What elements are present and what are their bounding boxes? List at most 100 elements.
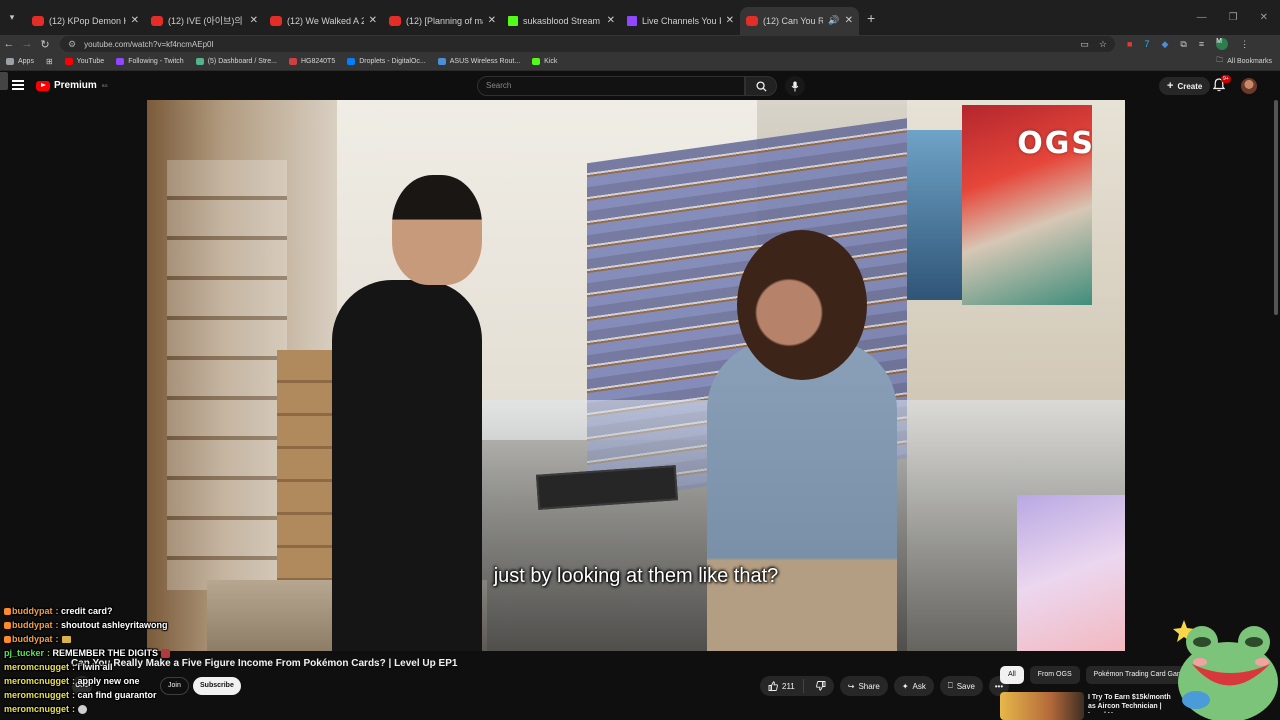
bookmark-star-icon[interactable]: ☆: [1099, 39, 1107, 50]
thumbs-down-icon: [815, 681, 826, 691]
extension-blue-icon[interactable]: ◆: [1161, 39, 1168, 50]
apps-grid-icon: [6, 58, 14, 65]
tab-title: (12) IVE (아이브)의 킬링보이스: [168, 16, 245, 26]
save-button[interactable]: ⎕ Save: [939, 676, 983, 696]
chat-text: can find guarantor: [77, 690, 157, 700]
chat-badge-icon: [4, 635, 11, 643]
bookmark-twitch[interactable]: Following - Twitch: [116, 58, 184, 65]
minimize-icon[interactable]: —: [1197, 12, 1207, 23]
bookmark-label: Droplets - DigitalOc...: [359, 58, 426, 65]
url-field[interactable]: ⚙ youtube.com/watch?v=kf4ncmAEp0I ▭ ☆: [60, 36, 1115, 52]
bookmark-dashboard[interactable]: (5) Dashboard / Stre...: [195, 58, 277, 65]
bookmark-label: ASUS Wireless Rout...: [449, 58, 521, 65]
extension-red-icon[interactable]: ■: [1127, 39, 1132, 49]
create-label: Create: [1177, 81, 1203, 91]
chat-message: buddypat:: [4, 632, 334, 646]
face-emote-icon: [78, 704, 88, 714]
reload-icon[interactable]: ↻: [36, 38, 54, 51]
country-code: SG: [101, 83, 108, 88]
logo-text: Premium: [54, 80, 97, 91]
tab-title: (12) [Planning of many people: [406, 15, 483, 26]
install-app-icon[interactable]: ▭: [1080, 39, 1089, 50]
close-tab-icon[interactable]: ✕: [369, 15, 377, 26]
ask-button[interactable]: ✦ Ask: [893, 676, 934, 696]
recommended-video-title[interactable]: I Try To Earn $15k/month as Aircon Techn…: [1088, 693, 1178, 713]
video-frame-person-head: [737, 230, 867, 380]
tab-title: (12) Can You Really Make a: [763, 15, 824, 26]
video-player[interactable]: OGS just by looking at them like that?: [147, 100, 1125, 651]
bookmark-apps[interactable]: Apps: [6, 58, 34, 65]
create-button[interactable]: + Create: [1159, 77, 1211, 95]
chip-all[interactable]: All: [1000, 666, 1024, 684]
bookmark-label: HG8240T5: [300, 58, 336, 65]
chat-text: REMEMBER THE DIGITS: [52, 648, 159, 658]
extensions-puzzle-icon[interactable]: ⧉: [1180, 39, 1186, 50]
search-button[interactable]: [745, 76, 777, 96]
chat-badge-icon: [4, 607, 11, 615]
extension-7tv-icon[interactable]: 7: [1144, 39, 1149, 49]
chip-from-channel[interactable]: From OGS: [1029, 666, 1080, 684]
media-controls-icon[interactable]: ≡: [1199, 39, 1204, 49]
video-frame-person: [332, 280, 482, 651]
forward-icon[interactable]: →: [18, 38, 36, 50]
voice-search-button[interactable]: [785, 76, 805, 96]
chat-badge-icon: [4, 621, 11, 629]
share-label: Share: [858, 681, 880, 691]
sparkle-icon: ✦: [901, 681, 909, 691]
youtube-logo[interactable]: Premium SG: [36, 80, 108, 91]
back-icon[interactable]: ←: [0, 38, 18, 50]
chat-message: pj_tucker: REMEMBER THE DIGITS: [4, 646, 334, 660]
browser-tab[interactable]: (12) [Planning of many people ✕: [383, 7, 502, 35]
browser-tab-strip: ▾ (12) KPop Demon Hunters | Ho ✕ (12) IVE…: [0, 0, 1280, 35]
notifications-button[interactable]: 9+: [1212, 75, 1231, 94]
menu-icon[interactable]: [12, 80, 24, 90]
chat-username: buddypat: [12, 606, 53, 616]
browser-tab[interactable]: (12) KPop Demon Hunters | Ho ✕: [26, 7, 145, 35]
bookmark-label: Apps: [18, 58, 34, 65]
chat-username: meromcnugget: [4, 690, 70, 700]
bookmarks-bar: Apps ⊞ YouTube Following - Twitch (5) Da…: [0, 53, 1280, 71]
search-input[interactable]: Search: [477, 76, 745, 96]
tab-search-menu-icon[interactable]: ▾: [4, 10, 20, 26]
bookmark-label: YouTube: [76, 58, 105, 65]
browser-tab[interactable]: (12) We Walked A 24KM TRAIL ✕: [264, 7, 383, 35]
bookmark-label: (5) Dashboard / Stre...: [207, 58, 277, 65]
profile-avatar[interactable]: M: [1216, 38, 1229, 50]
new-tab-icon[interactable]: +: [867, 10, 875, 26]
like-button[interactable]: 211: [760, 679, 804, 693]
speaker-icon[interactable]: 🔊: [828, 15, 839, 26]
folder-icon: 🗀: [1216, 57, 1224, 64]
close-tab-icon[interactable]: ✕: [250, 15, 258, 26]
close-tab-icon[interactable]: ✕: [131, 15, 139, 26]
tab-groups-icon[interactable]: ⊞: [46, 57, 53, 66]
bookmark-asus[interactable]: ASUS Wireless Rout...: [437, 58, 521, 65]
restore-icon[interactable]: ❐: [1229, 12, 1238, 23]
close-window-icon[interactable]: ✕: [1260, 12, 1268, 23]
page-scrollbar[interactable]: [1274, 100, 1278, 315]
share-button[interactable]: ↪ Share: [839, 676, 888, 696]
bookmark-router[interactable]: HG8240T5: [288, 58, 336, 65]
close-tab-icon[interactable]: ✕: [607, 15, 615, 26]
bookmark-kick[interactable]: Kick: [532, 58, 557, 65]
all-bookmarks[interactable]: 🗀 All Bookmarks: [1216, 56, 1280, 67]
close-tab-icon[interactable]: ✕: [726, 15, 734, 26]
bookmark-droplets[interactable]: Droplets - DigitalOc...: [347, 58, 426, 65]
close-tab-icon[interactable]: ✕: [488, 15, 496, 26]
account-avatar[interactable]: [1241, 78, 1257, 94]
bookmark-youtube[interactable]: YouTube: [64, 58, 105, 65]
chat-text: i lwin all: [77, 662, 113, 672]
chrome-menu-icon[interactable]: ⋮: [1240, 39, 1249, 50]
browser-tab[interactable]: (12) IVE (아이브)의 킬링보이스 ✕: [145, 7, 264, 35]
close-tab-icon[interactable]: ✕: [845, 15, 853, 26]
window-controls: — ❐ ✕: [1197, 0, 1280, 35]
video-frame-person-head: [392, 175, 482, 285]
browser-tab[interactable]: sukasblood Stream - Watch Liv ✕: [502, 7, 621, 35]
dashboard-icon: [195, 58, 204, 65]
chat-message: meromcnugget: i lwin all: [4, 662, 113, 672]
site-info-icon[interactable]: ⚙: [68, 39, 76, 50]
dislike-button[interactable]: [808, 681, 834, 691]
browser-tab-active[interactable]: (12) Can You Really Make a 🔊 ✕: [740, 6, 859, 35]
browser-tab[interactable]: Live Channels You Follow - Twit ✕: [621, 7, 740, 35]
recommended-video-thumbnail[interactable]: [1000, 692, 1084, 720]
chat-message: meromcnugget: apply new one: [4, 676, 140, 686]
